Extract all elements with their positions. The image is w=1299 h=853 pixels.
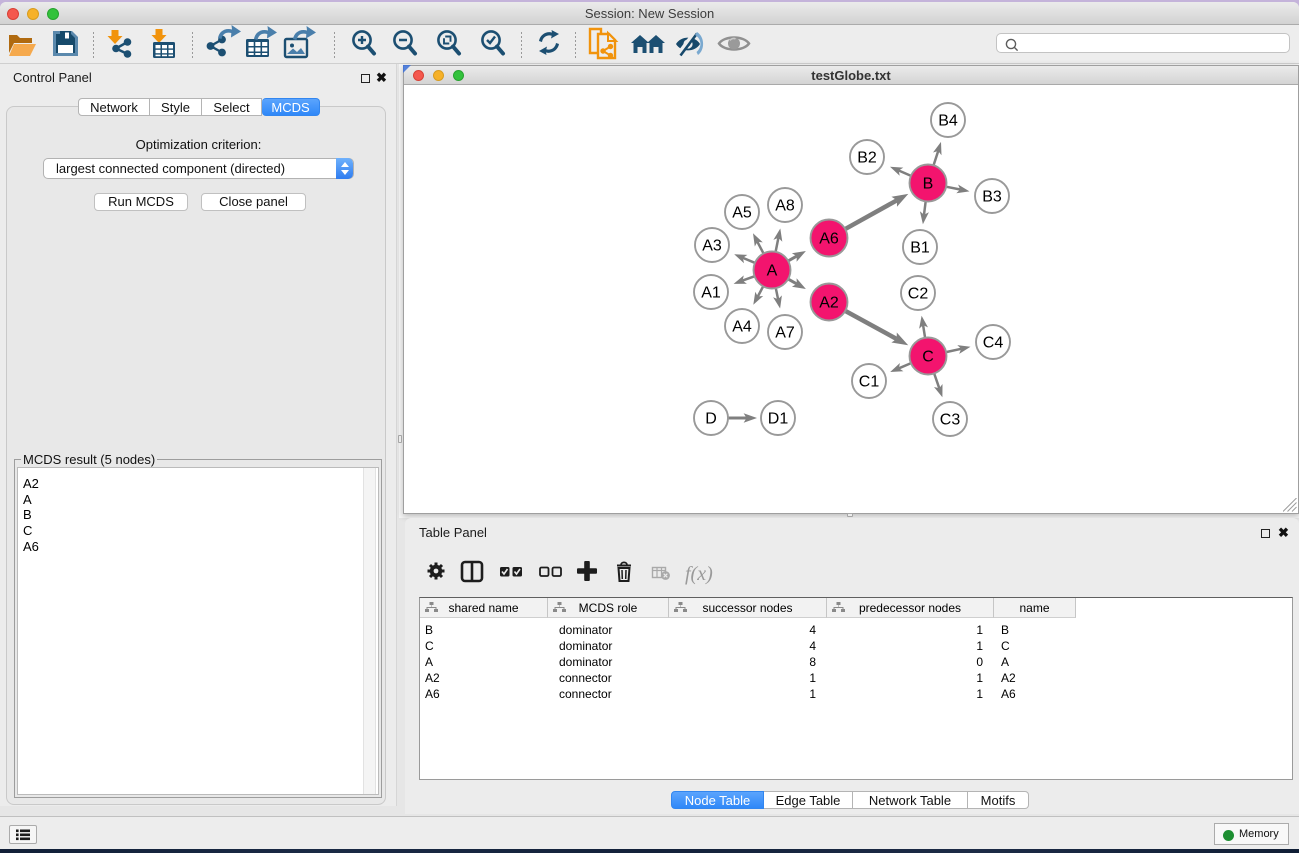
svg-text:D: D	[705, 411, 717, 428]
svg-text:C2: C2	[908, 286, 929, 303]
svg-text:B: B	[923, 176, 934, 193]
svg-text:C3: C3	[940, 412, 961, 429]
svg-text:A2: A2	[819, 295, 839, 312]
svg-text:D1: D1	[768, 411, 789, 428]
svg-text:B4: B4	[938, 113, 958, 130]
svg-text:B2: B2	[857, 150, 877, 167]
svg-text:B1: B1	[910, 240, 930, 257]
svg-text:A7: A7	[775, 325, 795, 342]
svg-text:A5: A5	[732, 205, 752, 222]
svg-text:C4: C4	[983, 335, 1004, 352]
svg-text:A1: A1	[701, 285, 721, 302]
svg-text:A: A	[767, 263, 778, 280]
svg-text:A3: A3	[702, 238, 722, 255]
svg-text:A8: A8	[775, 198, 795, 215]
svg-text:A4: A4	[732, 319, 752, 336]
svg-text:f(x): f(x)	[685, 563, 713, 585]
svg-text:C1: C1	[859, 374, 880, 391]
svg-text:C: C	[922, 349, 934, 366]
svg-text:B3: B3	[982, 189, 1002, 206]
svg-text:A6: A6	[819, 231, 839, 248]
